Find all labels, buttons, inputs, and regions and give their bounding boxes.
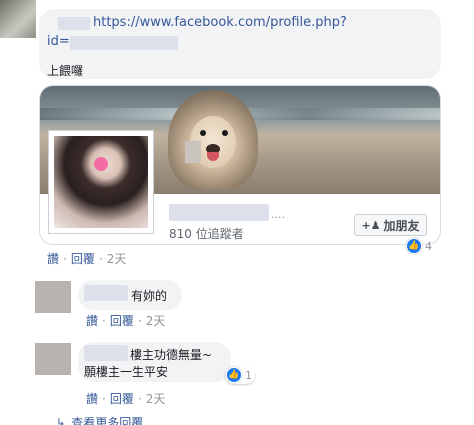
comment-text: 上餵囉 [47,64,84,78]
avatar[interactable] [35,281,71,313]
reply-text-line1: 樓主功德無量~ [130,348,213,362]
reply-arrow-icon: ↳ [56,416,66,425]
page-name-redacted[interactable] [169,204,269,221]
reaction-count[interactable]: 👍 1 [225,366,255,384]
avatar[interactable] [0,0,36,38]
page-name-suffix: .... [271,208,285,221]
reply-link[interactable]: 回覆 [110,392,134,406]
avatar[interactable] [35,343,71,375]
reply-link[interactable]: 回覆 [110,314,134,328]
like-link[interactable]: 讚 [86,314,98,328]
timestamp[interactable]: 2天 [146,314,166,328]
add-friend-icon: +♟ [361,218,381,232]
follower-count: 810 位追蹤者 [169,227,244,241]
profile-picture[interactable] [48,130,154,234]
timestamp[interactable]: 2天 [146,392,166,406]
replier-name-redacted[interactable] [84,285,128,301]
add-friend-button[interactable]: +♟ 加朋友 [354,214,427,236]
reaction-count[interactable]: 👍 4 [406,238,432,254]
profile-link[interactable]: https://www.facebook.com/profile.php? [93,15,347,30]
reply-actions: 讚 · 回覆 · 2天 [86,392,166,406]
link-preview-card[interactable]: .... 810 位追蹤者 +♟ 加朋友 [39,85,441,245]
view-more-replies-link[interactable]: ↳ 查看更多回覆 [56,414,143,425]
profile-id-redacted [70,36,178,50]
thumbs-up-icon: 👍 [406,238,422,254]
like-link[interactable]: 讚 [47,252,59,266]
timestamp[interactable]: 2天 [107,252,127,266]
reply-actions: 讚 · 回覆 · 2天 [86,314,166,328]
add-friend-label: 加朋友 [383,218,420,233]
reply-text-line2: 願樓主一生平安 [84,365,169,379]
profile-link-id[interactable]: id= [47,34,70,49]
replier-name-redacted[interactable] [84,345,128,361]
like-link[interactable]: 讚 [86,392,98,406]
comment-actions: 讚 · 回覆 · 2天 [47,252,127,266]
thumbs-up-icon: 👍 [226,367,242,383]
reply-text: 有妳的 [131,289,168,303]
reply-link[interactable]: 回覆 [71,252,95,266]
commenter-name-redacted[interactable] [58,17,90,30]
